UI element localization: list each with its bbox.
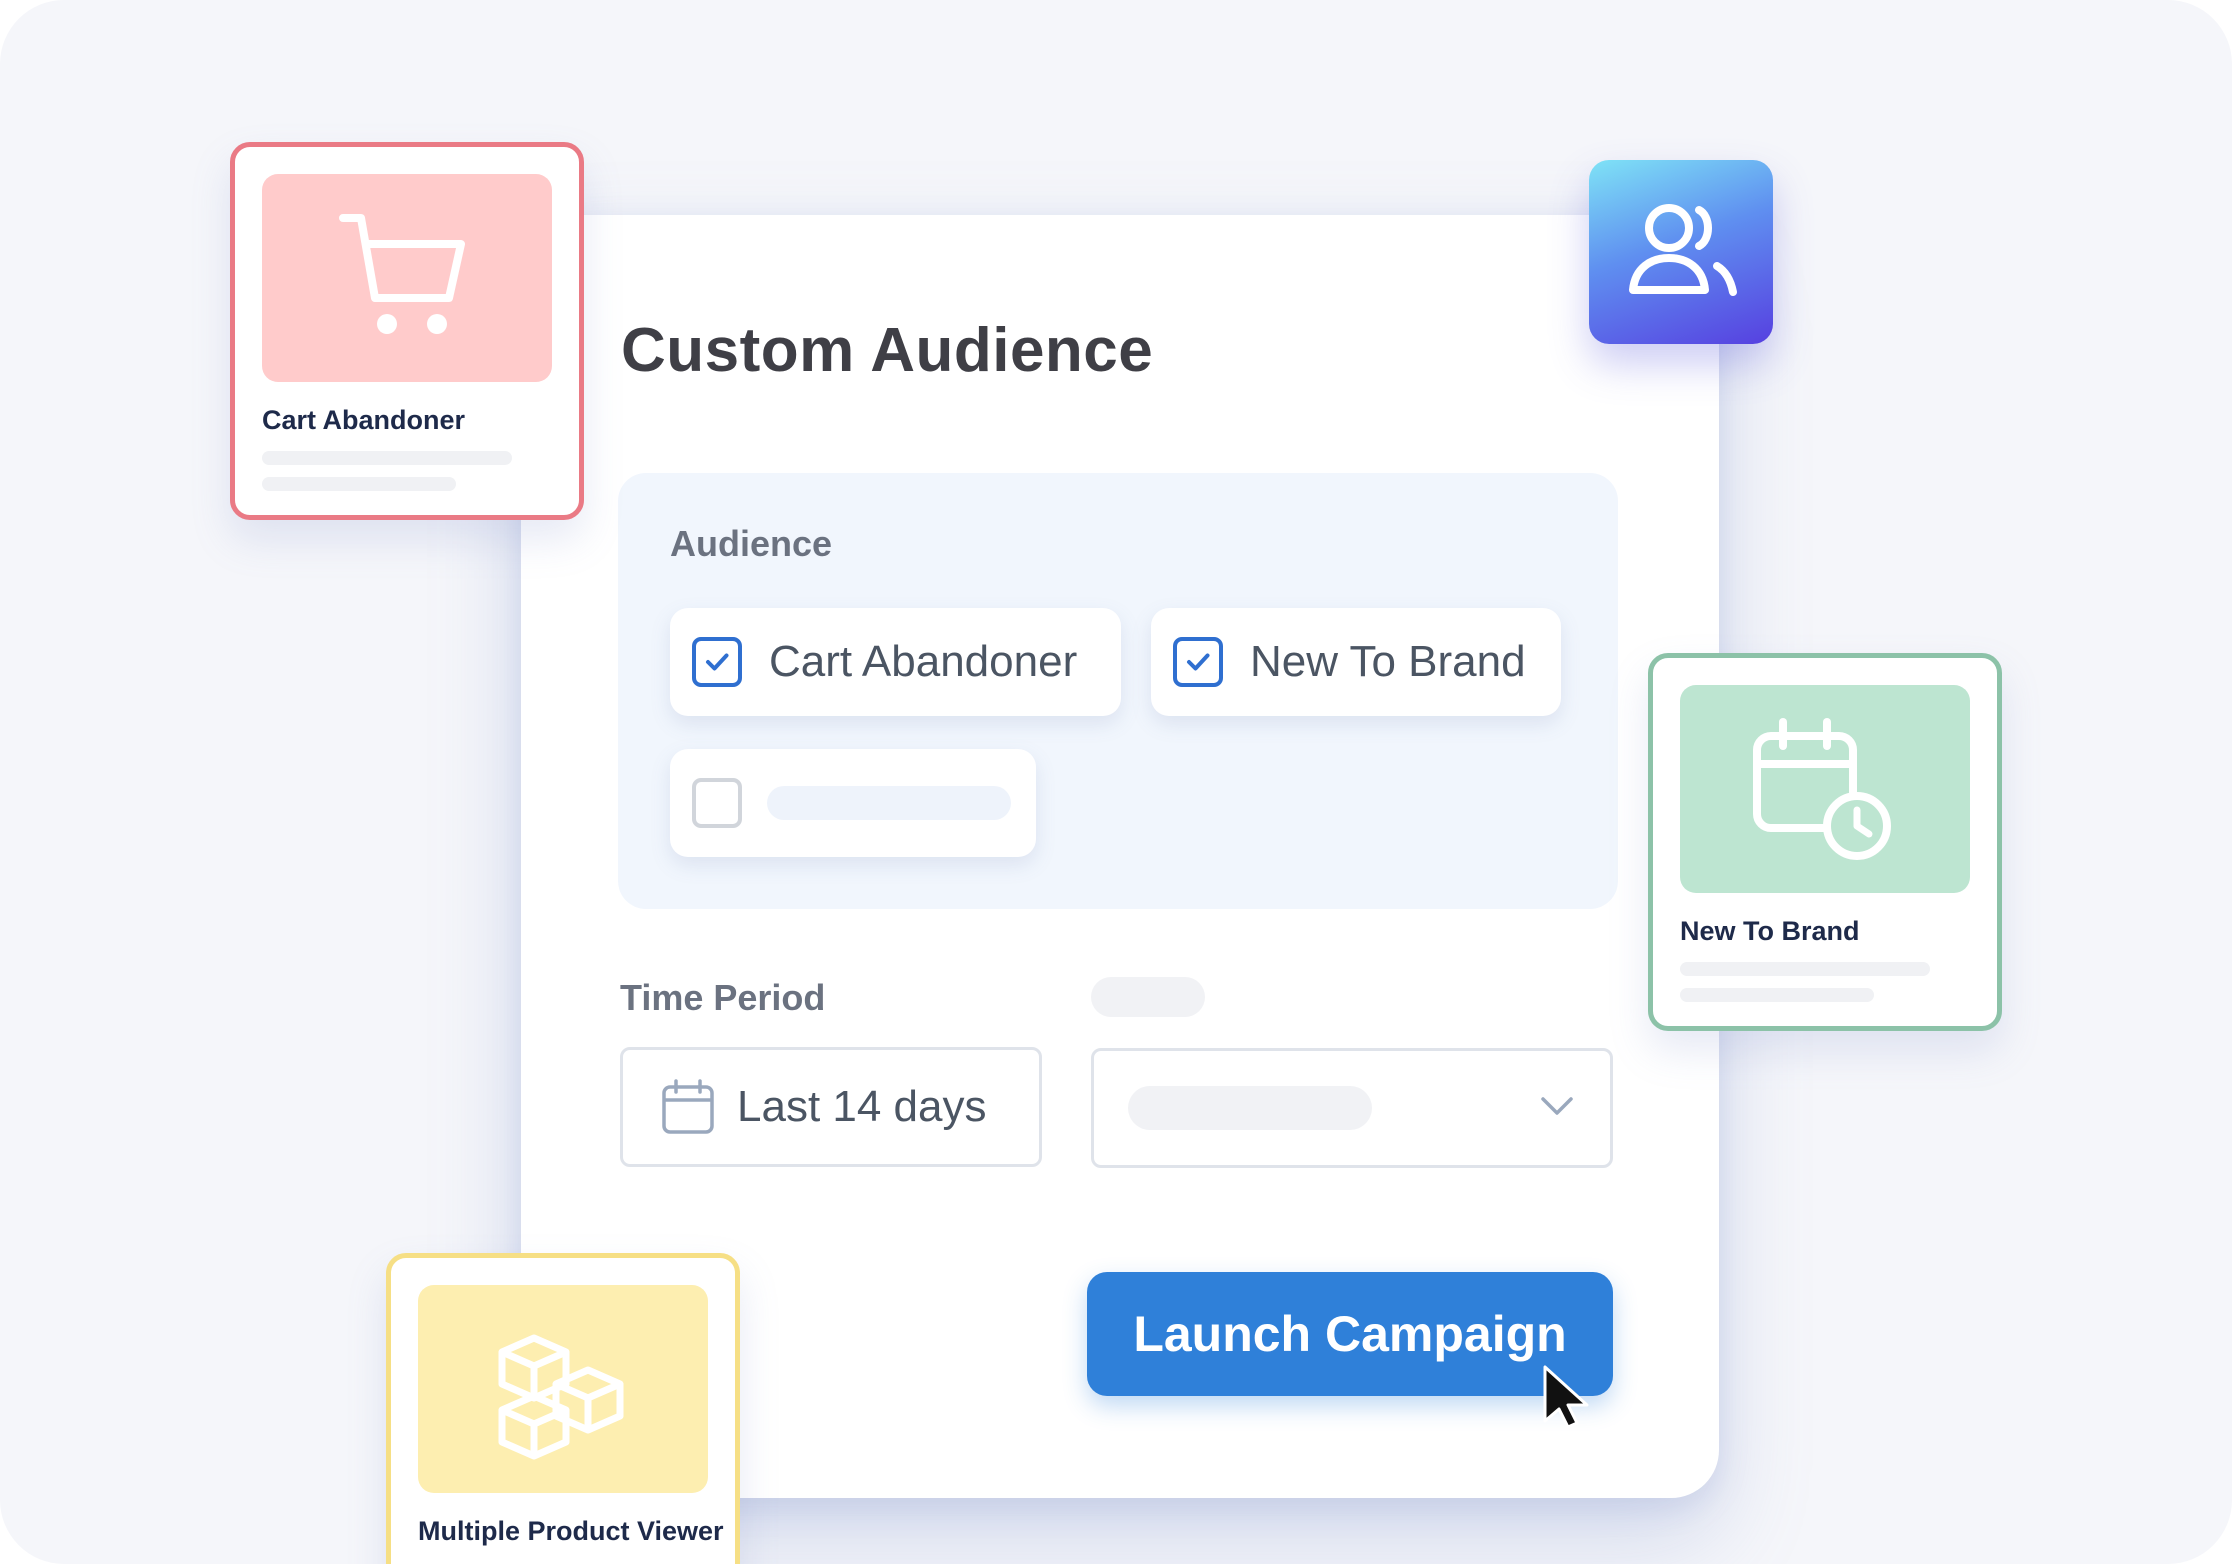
launch-campaign-button[interactable]: Launch Campaign	[1087, 1272, 1613, 1396]
card-line-placeholder	[262, 477, 456, 491]
time-period-select[interactable]: Last 14 days	[620, 1047, 1042, 1167]
shopping-cart-icon	[337, 206, 477, 351]
secondary-label-placeholder	[1091, 977, 1205, 1017]
audience-option-new-to-brand[interactable]: New To Brand	[1151, 608, 1561, 716]
card-title: Multiple Product Viewer	[418, 1516, 724, 1546]
secondary-select[interactable]	[1091, 1048, 1613, 1168]
audience-avatar-tile	[1589, 160, 1773, 344]
mouse-cursor-icon	[1541, 1365, 1597, 1434]
checkbox-checked-icon[interactable]	[692, 637, 742, 687]
chevron-down-icon[interactable]	[1540, 1095, 1574, 1117]
multiple-product-viewer-card[interactable]: Multiple Product Viewer	[386, 1253, 740, 1564]
cart-abandoner-thumbnail	[262, 174, 552, 382]
cart-abandoner-card[interactable]: Cart Abandoner	[230, 142, 584, 520]
option-label-placeholder	[767, 786, 1011, 820]
card-title: Cart Abandoner	[262, 405, 466, 435]
audience-option-cart-abandoner[interactable]: Cart Abandoner	[670, 608, 1121, 716]
card-line-placeholder	[1680, 988, 1874, 1002]
audience-label: Audience	[670, 523, 833, 564]
time-period-value: Last 14 days	[737, 1082, 987, 1131]
card-line-placeholder	[1680, 962, 1930, 976]
audience-option-placeholder[interactable]	[670, 749, 1036, 857]
option-label: Cart Abandoner	[769, 637, 1078, 686]
page-title: Custom Audience	[621, 316, 1154, 385]
multiple-product-viewer-thumbnail	[418, 1285, 708, 1493]
calendar-icon	[661, 1079, 715, 1135]
card-title: New To Brand	[1680, 916, 1860, 946]
time-period-label: Time Period	[620, 977, 826, 1018]
boxes-icon	[488, 1312, 638, 1467]
checkbox-unchecked-icon[interactable]	[692, 778, 742, 828]
audience-section: Audience Cart Abandoner New To Brand	[618, 473, 1618, 909]
users-icon	[1621, 190, 1741, 315]
canvas-background: Custom Audience Audience Cart Abandoner …	[0, 0, 2232, 1564]
new-to-brand-card[interactable]: New To Brand	[1648, 653, 2002, 1031]
option-label: New To Brand	[1250, 637, 1526, 686]
select-value-placeholder	[1128, 1086, 1372, 1130]
new-to-brand-thumbnail	[1680, 685, 1970, 893]
checkbox-checked-icon[interactable]	[1173, 637, 1223, 687]
card-line-placeholder	[262, 451, 512, 465]
calendar-clock-icon	[1745, 712, 1905, 867]
